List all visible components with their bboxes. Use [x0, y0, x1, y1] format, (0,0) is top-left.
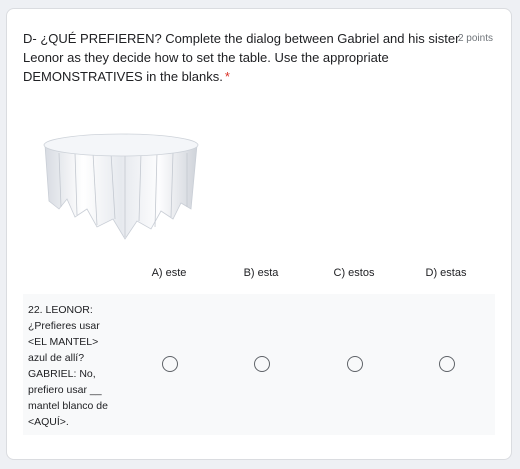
row-label: 22. LEONOR: ¿Prefieres usar <EL MANTEL> … — [28, 304, 108, 428]
radio-option-c[interactable] — [347, 356, 363, 372]
radio-option-a[interactable] — [162, 356, 178, 372]
radio-option-b[interactable] — [254, 356, 270, 372]
question-card: D- ¿QUÉ PREFIEREN? Complete the dialog b… — [6, 8, 512, 460]
column-header-a: A) este — [151, 267, 187, 279]
column-header-b: B) esta — [243, 267, 279, 279]
tablecloth-table-image — [43, 133, 199, 240]
grid-row-22: 22. LEONOR: ¿Prefieres usar <EL MANTEL> … — [23, 294, 495, 435]
question-title-text: D- ¿QUÉ PREFIEREN? Complete the dialog b… — [23, 31, 460, 84]
column-header-c: C) estos — [333, 267, 375, 279]
points-label: 2 points — [457, 33, 493, 44]
question-title: D- ¿QUÉ PREFIEREN? Complete the dialog b… — [23, 29, 463, 86]
radio-option-d[interactable] — [439, 356, 455, 372]
column-header-d: D) estas — [425, 267, 467, 279]
required-asterisk: * — [224, 69, 230, 84]
